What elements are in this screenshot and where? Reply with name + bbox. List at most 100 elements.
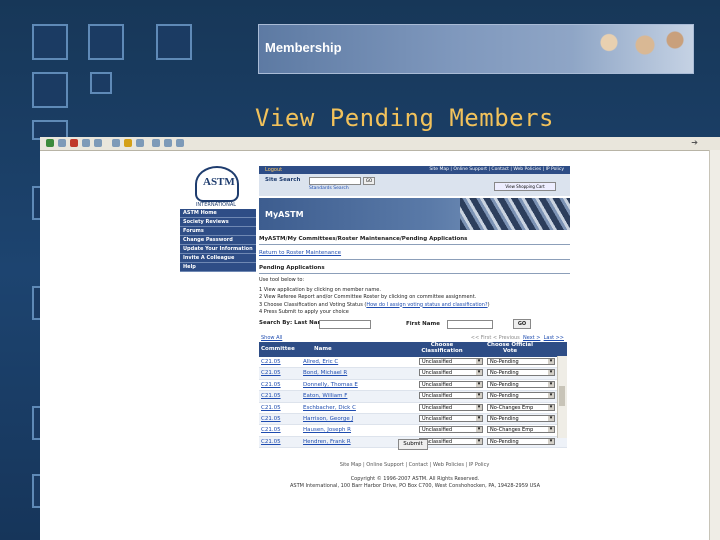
- last-link[interactable]: Last >>: [544, 335, 564, 341]
- mail-icon[interactable]: [152, 139, 160, 147]
- nav-item[interactable]: Update Your Information: [180, 245, 256, 254]
- print-icon[interactable]: [164, 139, 172, 147]
- member-name-link[interactable]: Bond, Michael R: [303, 370, 407, 376]
- logo-sub: INTERNATIONAL: [195, 202, 237, 208]
- go-icon[interactable]: ➔: [691, 138, 698, 147]
- shopping-cart-button[interactable]: View Shopping Cart: [494, 182, 556, 191]
- table-row: C21.05 Eschbacher, Dick C Unclassified No-C…: [259, 403, 567, 414]
- hero-title: MyASTM: [265, 210, 304, 219]
- committee-link[interactable]: C21.05: [261, 439, 281, 445]
- committee-link[interactable]: C21.05: [261, 370, 281, 376]
- classification-select[interactable]: Unclassified: [419, 392, 483, 400]
- refresh-icon[interactable]: [82, 139, 90, 147]
- member-name-link[interactable]: Harrison, George J: [303, 416, 407, 422]
- committee-link[interactable]: C21.05: [261, 427, 281, 433]
- astm-logo[interactable]: ASTM INTERNATIONAL: [192, 166, 240, 208]
- site-search-input[interactable]: [309, 177, 361, 185]
- vote-select[interactable]: No-Changes Emp: [487, 426, 555, 434]
- table-row: C21.05 Donnelly, Thomas E Unclassified No-P…: [259, 380, 567, 392]
- show-all-link[interactable]: Show All: [261, 335, 282, 341]
- classification-select[interactable]: Unclassified: [419, 380, 483, 388]
- banner-title: Membership: [265, 40, 342, 55]
- member-name-link[interactable]: Allred, Eric C: [303, 359, 407, 365]
- header-classification: Choose Classification: [421, 342, 463, 354]
- instruction-step: 4 Press Submit to apply your choice: [259, 309, 349, 315]
- voting-help-link[interactable]: How do I assign voting status and classi…: [366, 302, 487, 308]
- decor-square: [90, 72, 112, 94]
- banner-photo: [573, 25, 693, 73]
- pending-members-table: Committee Name Choose Classification Cho…: [259, 342, 567, 449]
- table-scrollbar[interactable]: [557, 356, 567, 438]
- vote-select[interactable]: No-Pending: [487, 380, 555, 388]
- member-name-link[interactable]: Hausen, Joseph R: [303, 427, 407, 433]
- member-name-link[interactable]: Eschbacher, Dick C: [303, 405, 407, 411]
- nav-item[interactable]: Help: [180, 263, 256, 272]
- committee-link[interactable]: C21.05: [261, 393, 281, 399]
- nav-item[interactable]: Invite A Colleague: [180, 254, 256, 263]
- history-icon[interactable]: [136, 139, 144, 147]
- submit-button[interactable]: Submit: [398, 439, 428, 450]
- committee-link[interactable]: C21.05: [261, 382, 281, 388]
- site-search-go-button[interactable]: GO: [363, 177, 375, 185]
- instructions: Use tool below to: 1 View application by…: [259, 277, 490, 317]
- page-scrollbar[interactable]: [709, 150, 720, 540]
- vote-select[interactable]: No-Pending: [487, 358, 555, 365]
- top-links[interactable]: Site Map | Online Support | Contact | We…: [429, 167, 564, 172]
- first-name-input[interactable]: [447, 320, 493, 329]
- committee-link[interactable]: C21.05: [261, 405, 281, 411]
- stop-icon[interactable]: [70, 139, 78, 147]
- nav-item[interactable]: Society Reviews: [180, 218, 256, 227]
- vote-select[interactable]: No-Pending: [487, 369, 555, 377]
- section-title: Pending Applications: [259, 265, 325, 271]
- table-scroll-thumb[interactable]: [559, 386, 565, 406]
- step3-text: 3 Choose Classification and Voting Statu…: [259, 301, 367, 308]
- member-name-link[interactable]: Eaton, William F: [303, 393, 407, 399]
- back-icon[interactable]: [46, 139, 54, 147]
- instruction-step: 2 View Referee Report and/or Committee R…: [259, 294, 477, 300]
- home-icon[interactable]: [94, 139, 102, 147]
- prev-links: << First < Previous: [470, 335, 520, 341]
- breadcrumb: MyASTM/My Committees/Roster Maintenance/…: [259, 236, 468, 242]
- nav-item[interactable]: Forums: [180, 227, 256, 236]
- vote-select[interactable]: No-Pending: [487, 414, 555, 422]
- forward-icon[interactable]: [58, 139, 66, 147]
- member-search-go-button[interactable]: GO: [513, 319, 531, 329]
- logout-link[interactable]: Logout: [265, 167, 282, 173]
- committee-link[interactable]: C21.05: [261, 359, 281, 365]
- browser-toolbar: ➔: [40, 137, 720, 151]
- table-row: C21.05 Eaton, William F Unclassified No-Pen…: [259, 391, 567, 403]
- edit-icon[interactable]: [176, 139, 184, 147]
- header-name: Name: [314, 346, 332, 352]
- step3-text-end: ): [487, 301, 490, 308]
- classification-select[interactable]: Unclassified: [419, 414, 483, 422]
- classification-select[interactable]: Unclassified: [419, 403, 483, 411]
- classification-select[interactable]: Unclassified: [419, 358, 483, 365]
- member-name-link[interactable]: Hendren, Frank R: [303, 439, 407, 445]
- standards-search-link[interactable]: Standards Search: [309, 186, 349, 191]
- footer-links[interactable]: Site Map | Online Support | Contact | We…: [259, 462, 570, 468]
- instruction-step: 3 Choose Classification and Voting Statu…: [259, 302, 490, 310]
- search-icon[interactable]: [112, 139, 120, 147]
- classification-select[interactable]: Unclassified: [419, 369, 483, 377]
- member-name-link[interactable]: Donnelly, Thomas E: [303, 382, 407, 388]
- vote-select[interactable]: No-Changes Emp: [487, 403, 555, 411]
- last-name-input[interactable]: [319, 320, 371, 329]
- nav-item[interactable]: Change Password: [180, 236, 256, 245]
- classification-select[interactable]: Unclassified: [419, 426, 483, 434]
- first-name-label: First Name: [406, 321, 440, 327]
- page-nav: << First < Previous Next > Last >>: [471, 335, 564, 341]
- table-row: C21.05 Bond, Michael R Unclassified No-Pend…: [259, 368, 567, 380]
- top-bar: Logout Site Map | Online Support | Conta…: [259, 166, 570, 174]
- left-nav: ASTM Home Society Reviews Forums Change …: [180, 209, 256, 272]
- vote-select[interactable]: No-Pending: [487, 437, 555, 445]
- nav-item[interactable]: ASTM Home: [180, 209, 256, 218]
- committee-link[interactable]: C21.05: [261, 416, 281, 422]
- vote-select[interactable]: No-Pending: [487, 392, 555, 400]
- return-link[interactable]: Return to Roster Maintenance: [259, 250, 341, 256]
- site-search-bar: Site Search GO Standards Search View Sho…: [259, 174, 570, 196]
- classification-select[interactable]: Unclassified: [419, 437, 483, 445]
- favorites-icon[interactable]: [124, 139, 132, 147]
- next-link[interactable]: Next >: [523, 335, 540, 341]
- table-row: C21.05 Allred, Eric C Unclassified No-Pendi…: [259, 357, 567, 369]
- divider: [259, 273, 570, 274]
